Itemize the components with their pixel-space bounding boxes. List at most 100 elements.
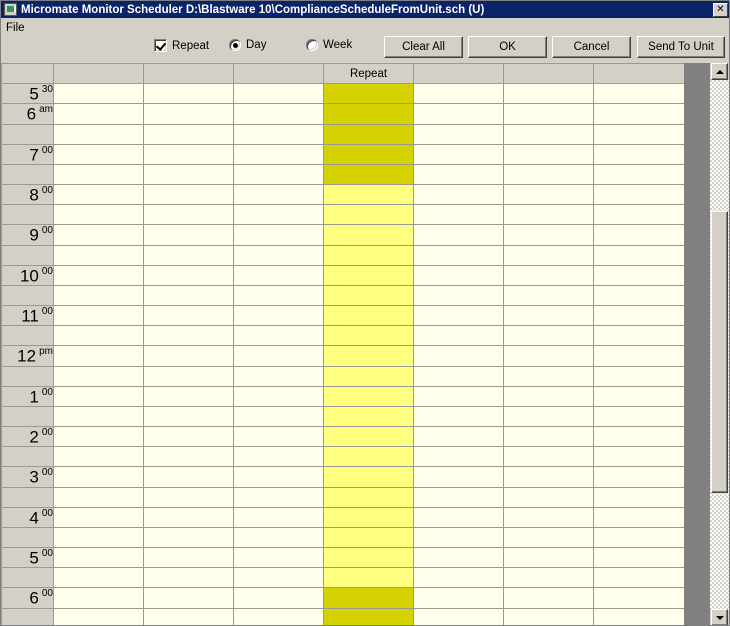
schedule-cell[interactable] xyxy=(233,587,324,609)
schedule-cell[interactable] xyxy=(413,526,504,548)
schedule-cell[interactable] xyxy=(233,244,324,266)
schedule-cell[interactable] xyxy=(323,385,414,407)
schedule-cell[interactable] xyxy=(143,446,234,468)
schedule-cell[interactable] xyxy=(143,82,234,105)
schedule-cell[interactable] xyxy=(323,587,414,609)
schedule-cell[interactable] xyxy=(53,284,144,306)
schedule-cell[interactable] xyxy=(143,325,234,347)
schedule-cell[interactable] xyxy=(593,607,685,625)
schedule-cell[interactable] xyxy=(413,304,504,327)
schedule-cell[interactable] xyxy=(143,385,234,407)
schedule-cell[interactable] xyxy=(233,446,324,468)
column-header-7[interactable] xyxy=(593,63,685,84)
schedule-cell[interactable] xyxy=(503,385,594,407)
schedule-cell[interactable] xyxy=(503,325,594,347)
schedule-cell[interactable] xyxy=(593,204,685,226)
schedule-cell[interactable] xyxy=(413,264,504,286)
schedule-cell[interactable] xyxy=(593,304,685,327)
schedule-cell[interactable] xyxy=(413,224,504,246)
schedule-cell[interactable] xyxy=(503,446,594,468)
schedule-cell[interactable] xyxy=(53,385,144,407)
radio-day[interactable]: Day xyxy=(229,39,266,51)
schedule-cell[interactable] xyxy=(233,405,324,427)
schedule-cell[interactable] xyxy=(53,546,144,569)
schedule-cell[interactable] xyxy=(413,607,504,625)
schedule-cell[interactable] xyxy=(53,244,144,266)
schedule-cell[interactable] xyxy=(503,183,594,206)
schedule-cell[interactable] xyxy=(233,486,324,508)
schedule-cell[interactable] xyxy=(503,587,594,609)
schedule-cell[interactable] xyxy=(413,123,504,145)
schedule-cell[interactable] xyxy=(53,143,144,165)
schedule-cell[interactable] xyxy=(503,244,594,266)
schedule-cell[interactable] xyxy=(503,567,594,589)
schedule-cell[interactable] xyxy=(323,82,414,105)
schedule-cell[interactable] xyxy=(413,82,504,105)
schedule-cell[interactable] xyxy=(413,506,504,528)
schedule-cell[interactable] xyxy=(503,163,594,185)
schedule-cell[interactable] xyxy=(593,506,685,528)
schedule-cell[interactable] xyxy=(413,446,504,468)
schedule-cell[interactable] xyxy=(323,224,414,246)
schedule-cell[interactable] xyxy=(143,567,234,589)
schedule-cell[interactable] xyxy=(413,103,504,125)
schedule-cell[interactable] xyxy=(143,345,234,367)
schedule-cell[interactable] xyxy=(323,325,414,347)
schedule-cell[interactable] xyxy=(143,486,234,508)
schedule-cell[interactable] xyxy=(143,506,234,528)
schedule-cell[interactable] xyxy=(413,284,504,306)
schedule-cell[interactable] xyxy=(503,284,594,306)
schedule-cell[interactable] xyxy=(143,204,234,226)
schedule-cell[interactable] xyxy=(53,607,144,625)
schedule-cell[interactable] xyxy=(53,365,144,387)
schedule-cell[interactable] xyxy=(53,204,144,226)
schedule-cell[interactable] xyxy=(503,304,594,327)
schedule-cell[interactable] xyxy=(413,365,504,387)
schedule-cell[interactable] xyxy=(323,506,414,528)
schedule-cell[interactable] xyxy=(503,405,594,427)
schedule-cell[interactable] xyxy=(323,607,414,625)
schedule-cell[interactable] xyxy=(323,365,414,387)
schedule-cell[interactable] xyxy=(143,466,234,488)
schedule-cell[interactable] xyxy=(53,345,144,367)
cancel-button[interactable]: Cancel xyxy=(552,36,631,58)
menu-item-file[interactable]: File xyxy=(1,21,30,34)
schedule-cell[interactable] xyxy=(323,425,414,448)
schedule-cell[interactable] xyxy=(143,143,234,165)
schedule-cell[interactable] xyxy=(233,264,324,286)
schedule-cell[interactable] xyxy=(53,425,144,448)
schedule-cell[interactable] xyxy=(593,82,685,105)
schedule-cell[interactable] xyxy=(143,526,234,548)
schedule-cell[interactable] xyxy=(53,466,144,488)
schedule-cell[interactable] xyxy=(323,183,414,206)
schedule-cell[interactable] xyxy=(143,587,234,609)
schedule-cell[interactable] xyxy=(503,546,594,569)
schedule-cell[interactable] xyxy=(503,486,594,508)
column-header-6[interactable] xyxy=(503,63,594,84)
schedule-cell[interactable] xyxy=(53,526,144,548)
scroll-up-arrow-icon[interactable] xyxy=(711,63,728,80)
schedule-cell[interactable] xyxy=(323,486,414,508)
schedule-cell[interactable] xyxy=(413,163,504,185)
schedule-cell[interactable] xyxy=(323,163,414,185)
schedule-cell[interactable] xyxy=(503,264,594,286)
column-header-3[interactable] xyxy=(233,63,324,84)
schedule-cell[interactable] xyxy=(503,526,594,548)
schedule-cell[interactable] xyxy=(143,365,234,387)
schedule-cell[interactable] xyxy=(53,82,144,105)
schedule-cell[interactable] xyxy=(143,123,234,145)
schedule-cell[interactable] xyxy=(413,425,504,448)
schedule-cell[interactable] xyxy=(53,567,144,589)
schedule-cell[interactable] xyxy=(593,466,685,488)
schedule-cell[interactable] xyxy=(53,163,144,185)
schedule-cell[interactable] xyxy=(323,143,414,165)
schedule-cell[interactable] xyxy=(233,204,324,226)
schedule-cell[interactable] xyxy=(233,82,324,105)
schedule-cell[interactable] xyxy=(233,425,324,448)
schedule-cell[interactable] xyxy=(503,82,594,105)
schedule-cell[interactable] xyxy=(413,385,504,407)
send-to-unit-button[interactable]: Send To Unit xyxy=(637,36,725,58)
schedule-cell[interactable] xyxy=(323,264,414,286)
schedule-cell[interactable] xyxy=(323,546,414,569)
schedule-cell[interactable] xyxy=(593,183,685,206)
